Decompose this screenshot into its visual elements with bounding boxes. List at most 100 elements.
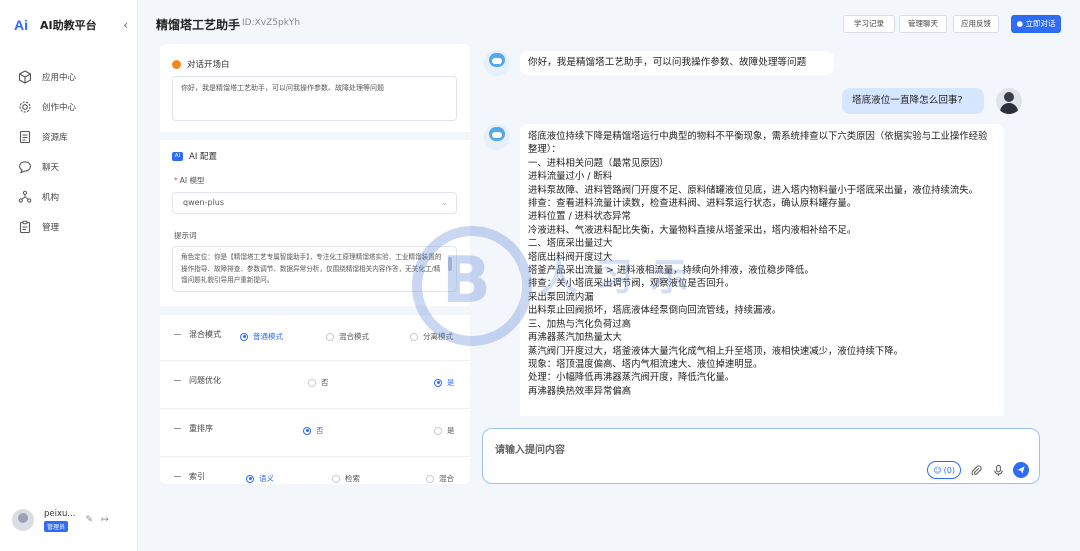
mix-mode-label: 混合模式 (174, 329, 221, 340)
prompt-text: 角色定位：你是【精馏塔工艺专属智能助手】，专注化工原理精馏塔实验、工业精馏装置的… (181, 253, 442, 284)
user-message-bubble: 塔底液位一直降怎么回事? (842, 88, 984, 114)
counter-label: (0) (943, 465, 955, 475)
index-row: 索引 语义 检索 混合 (160, 456, 470, 484)
radio-optimize-no[interactable]: 否 (308, 377, 329, 388)
bot-greeting-bubble: 你好，我是精馏塔工艺助手，可以问我操作参数、故障处理等问题 (520, 51, 834, 75)
start-chat-label: 立即对话 (1025, 19, 1056, 28)
manage-chats-button[interactable]: 管理聊天 (899, 15, 947, 33)
ai-badge-icon: AI (172, 151, 183, 161)
user-profile[interactable]: peixu... 管理员 ✎ ↦ (12, 506, 128, 534)
answer-line: 三、加热与汽化负荷过高 (528, 318, 632, 330)
bot-avatar (484, 50, 510, 76)
radio-label: 混合模式 (339, 332, 369, 341)
mix-mode-label-text: 混合模式 (189, 330, 221, 339)
sidebar-item-label: 管理 (42, 223, 60, 233)
index-label-text: 索引 (189, 472, 205, 481)
brand-logo: Ai (12, 16, 30, 34)
gear-icon (18, 100, 32, 114)
sidebar-item-label: 应用中心 (42, 73, 77, 83)
radio-label: 检索 (345, 474, 360, 483)
radio-rerank-no[interactable]: 否 (303, 425, 324, 436)
sidebar-item-creation-center[interactable]: 创作中心 (0, 92, 138, 122)
bot-avatar (484, 124, 510, 150)
radio-label: 否 (316, 426, 324, 435)
answer-line: 塔底液位持续下降是精馏塔运行中典型的物料不平衡现象，需系统排查以下六类原因（依据… (528, 131, 988, 156)
rerank-label-text: 重排序 (189, 424, 213, 433)
sidebar-item-label: 资源库 (42, 133, 68, 143)
answer-line: 进料流量过小 / 断料 (528, 171, 613, 183)
model-label: * AI 模型 (174, 176, 205, 185)
radio-normal-mode[interactable]: 普通模式 (240, 331, 283, 342)
sidebar-item-management[interactable]: 管理 (0, 212, 138, 242)
emoji-counter-button[interactable]: ☺ (0) (927, 461, 961, 479)
radio-index-semantic[interactable]: 语义 (246, 473, 274, 484)
answer-line: 处理：小幅降低再沸器蒸汽阀开度，降低汽化量。 (528, 372, 735, 384)
radio-label: 是 (447, 426, 455, 435)
sidebar-item-resources[interactable]: 资源库 (0, 122, 138, 152)
model-select[interactable]: qwen-plus ⌄ (172, 192, 457, 214)
message-composer[interactable]: 请输入提问内容 ☺ (0) (482, 428, 1040, 484)
index-label: 索引 (174, 471, 205, 482)
radio-label: 语义 (259, 474, 274, 483)
radio-label: 普通模式 (253, 332, 283, 341)
radio-label: 混合 (439, 474, 454, 483)
radio-mixed-mode[interactable]: 混合模式 (326, 331, 369, 342)
chat-area[interactable]: 你好，我是精馏塔工艺助手，可以问我操作参数、故障处理等问题 塔底液位一直降怎么回… (478, 44, 1060, 416)
app-feedback-button[interactable]: 应用反馈 (953, 15, 999, 33)
radio-optimize-yes[interactable]: 是 (434, 377, 455, 388)
answer-line: 再沸器蒸汽加热量太大 (528, 332, 622, 344)
composer-tools: ☺ (0) (927, 461, 1029, 479)
chat-icon: ● (1016, 19, 1024, 28)
opening-icon (172, 59, 181, 69)
sidebar-item-label: 聊天 (42, 163, 60, 173)
chat-icon (18, 160, 32, 174)
logout-icon[interactable]: ↦ (101, 515, 109, 525)
radio-index-search[interactable]: 检索 (332, 473, 360, 484)
question-optimize-label-text: 问题优化 (189, 376, 221, 385)
learning-records-button[interactable]: 学习记录 (843, 15, 895, 33)
rerank-label: 重排序 (174, 423, 213, 434)
user-name: peixu... (44, 508, 76, 519)
question-optimize-label: 问题优化 (174, 375, 221, 386)
edit-icon[interactable]: ✎ (86, 515, 94, 525)
answer-line: 蒸汽阀门开度过大，塔釜液体大量汽化成气相上升至塔顶，液相快速减少，液位持续下降。 (528, 345, 904, 357)
ai-config-header: AI AI 配置 (172, 150, 217, 162)
sidebar-item-organization[interactable]: 机构 (0, 182, 138, 212)
opening-heading: 对话开场白 (187, 60, 230, 70)
chevron-left-icon[interactable]: ‹ (123, 18, 128, 32)
microphone-icon[interactable] (991, 463, 1005, 477)
prompt-label: 提示词 (174, 231, 197, 240)
cube-icon (18, 70, 32, 84)
user-avatar (996, 88, 1022, 114)
start-chat-button[interactable]: ● 立即对话 (1011, 15, 1061, 33)
opening-textarea[interactable]: 你好，我是精馏塔工艺助手，可以问我操作参数、故障处理等问题 (172, 76, 457, 121)
network-icon (18, 190, 32, 204)
radio-rerank-yes[interactable]: 是 (434, 425, 455, 436)
answer-line: 进料泵故障、进料管路阀门开度不足、原料储罐液位见底，进入塔内物料量小于塔底采出量… (528, 184, 979, 196)
message-input[interactable]: 请输入提问内容 (495, 441, 565, 456)
send-button[interactable] (1013, 462, 1029, 478)
model-label-text: AI 模型 (179, 176, 205, 185)
ai-config-heading: AI 配置 (189, 152, 218, 162)
answer-line: 排查：查看进料流量计读数，检查进料阀、进料泵运行状态，确认原料罐存量。 (528, 198, 857, 210)
opening-section-header: 对话开场白 (172, 58, 230, 70)
watermark-text: 人 习 示 (540, 255, 691, 299)
sidebar-item-app-center[interactable]: 应用中心 (0, 62, 138, 92)
app-id: ID:XvZ5pkYh (242, 18, 301, 28)
user-info: peixu... 管理员 (44, 509, 76, 532)
paperclip-icon[interactable] (969, 463, 983, 477)
sidebar-item-chat[interactable]: 聊天 (0, 152, 138, 182)
role-badge: 管理员 (44, 520, 69, 532)
clipboard-icon (18, 220, 32, 234)
radio-label: 否 (321, 378, 329, 387)
answer-line: 出料泵止回阀损坏，塔底液体经泵倒向回流管线，持续漏液。 (528, 305, 782, 317)
sidebar: Ai AI助教平台 ‹ 应用中心 创作中心 资源库 聊天 机构 管理 peixu… (0, 0, 138, 551)
section-divider (160, 132, 470, 140)
model-value: qwen-plus (183, 198, 225, 207)
radio-index-hybrid[interactable]: 混合 (426, 473, 454, 484)
radio-label: 是 (447, 378, 455, 387)
sidebar-nav: 应用中心 创作中心 资源库 聊天 机构 管理 (0, 62, 138, 242)
rerank-row: 重排序 否 是 (160, 408, 470, 454)
sidebar-item-label: 创作中心 (42, 103, 77, 113)
document-icon (18, 130, 32, 144)
